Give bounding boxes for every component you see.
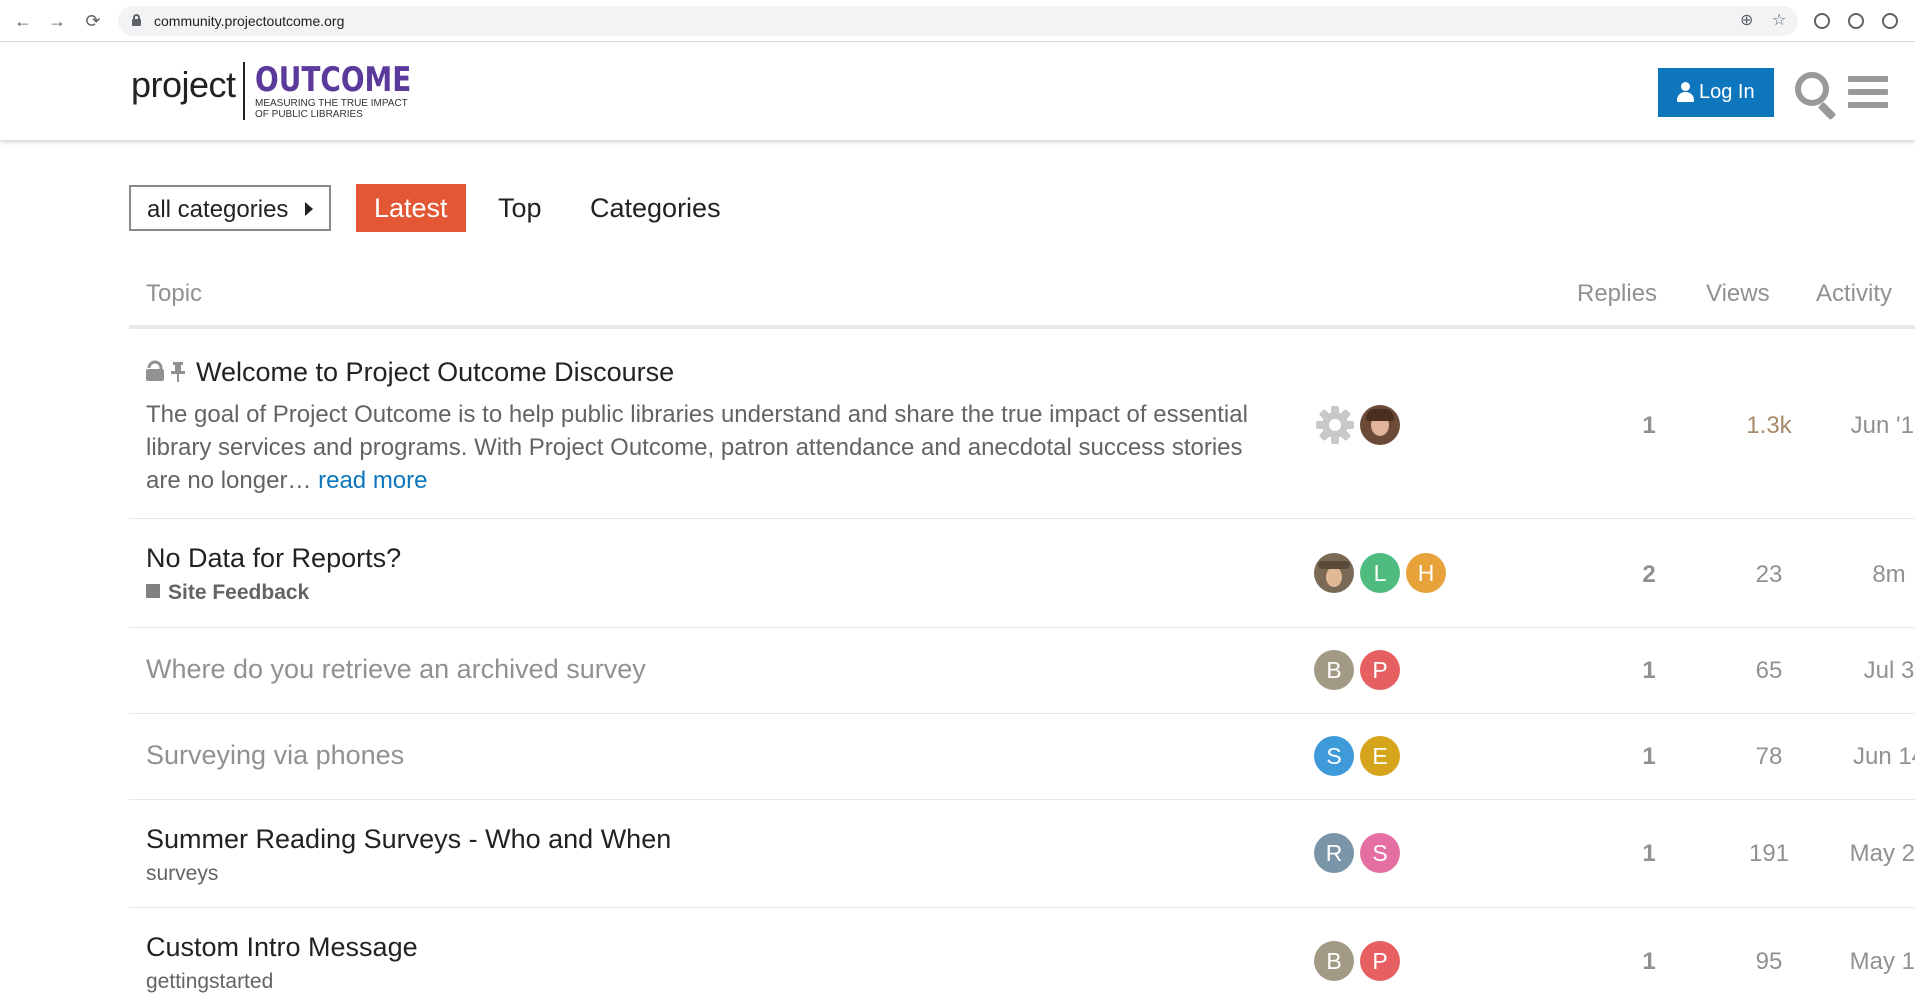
replies-count[interactable]: 1 — [1579, 743, 1719, 771]
logo-tagline: MEASURING THE TRUE IMPACT OF PUBLIC LIBR… — [255, 98, 408, 120]
topic-title[interactable]: Where do you retrieve an archived survey — [146, 654, 646, 685]
activity-date[interactable]: May 29 — [1809, 840, 1915, 868]
avatar[interactable]: B — [1314, 941, 1354, 981]
avatar[interactable]: S — [1360, 833, 1400, 873]
table-row: Welcome to Project Outcome Discourse The… — [129, 329, 1915, 519]
topic-status — [146, 358, 196, 384]
replies-count[interactable]: 2 — [1579, 561, 1719, 589]
topic-title[interactable]: No Data for Reports? — [146, 543, 401, 574]
poster-gear-icon[interactable] — [1314, 404, 1356, 451]
category-badge[interactable]: Site Feedback — [146, 581, 309, 605]
address-bar[interactable]: community.projectoutcome.org ⊕ ☆ — [118, 6, 1798, 36]
table-row: No Data for Reports? Site Feedback L H 2… — [129, 519, 1915, 628]
column-header-replies[interactable]: Replies — [1577, 280, 1657, 308]
avatar[interactable]: P — [1360, 650, 1400, 690]
login-label: Log In — [1699, 81, 1755, 103]
avatar[interactable]: L — [1360, 553, 1400, 593]
category-label: Site Feedback — [168, 581, 310, 604]
avatar[interactable]: E — [1360, 736, 1400, 776]
topic-tag[interactable]: gettingstarted — [146, 970, 273, 994]
topic-title[interactable]: Surveying via phones — [146, 740, 404, 771]
logo-divider — [243, 62, 245, 120]
reload-icon[interactable]: ⟳ — [82, 10, 104, 32]
caret-right-icon — [305, 202, 313, 216]
category-swatch — [146, 584, 160, 598]
category-dropdown-label: all categories — [147, 196, 289, 223]
back-icon[interactable]: ← — [12, 10, 34, 32]
avatar[interactable]: H — [1406, 553, 1446, 593]
avatar[interactable] — [1314, 553, 1354, 593]
logo-tagline-line: OF PUBLIC LIBRARIES — [255, 109, 363, 120]
extension-icon[interactable] — [1814, 13, 1830, 29]
tab-categories[interactable]: Categories — [572, 184, 739, 232]
replies-count[interactable]: 1 — [1579, 840, 1719, 868]
gear-icon — [1316, 406, 1354, 444]
site-header: project OUTCOME MEASURING THE TRUE IMPAC… — [0, 42, 1915, 140]
table-row: Where do you retrieve an archived survey… — [129, 628, 1915, 714]
column-header-views[interactable]: Views — [1706, 280, 1770, 308]
activity-date[interactable]: Jun 14 — [1809, 743, 1915, 771]
avatar[interactable]: P — [1360, 941, 1400, 981]
excerpt-text: The goal of Project Outcome is to help p… — [146, 401, 1248, 494]
table-row: Summer Reading Surveys - Who and When su… — [129, 800, 1915, 908]
avatar[interactable]: S — [1314, 736, 1354, 776]
zoom-icon[interactable]: ⊕ — [1740, 12, 1753, 30]
user-icon — [1676, 82, 1694, 102]
activity-date[interactable]: May 17 — [1809, 948, 1915, 976]
extension-icon[interactable] — [1882, 13, 1898, 29]
search-icon[interactable] — [1793, 70, 1839, 121]
browser-toolbar: ← → ⟳ community.projectoutcome.org ⊕ ☆ — [0, 0, 1915, 42]
avatar[interactable]: R — [1314, 833, 1354, 873]
topic-excerpt: The goal of Project Outcome is to help p… — [146, 398, 1276, 497]
lock-icon — [132, 14, 141, 26]
table-row: Surveying via phones S E 1 78 Jun 14 — [129, 714, 1915, 800]
star-icon[interactable]: ☆ — [1772, 12, 1786, 30]
avatar[interactable]: B — [1314, 650, 1354, 690]
category-dropdown[interactable]: all categories — [129, 185, 331, 231]
table-row: Custom Intro Message gettingstarted B P … — [129, 908, 1915, 994]
topic-tag[interactable]: surveys — [146, 862, 218, 886]
tab-latest[interactable]: Latest — [356, 184, 466, 232]
tab-top[interactable]: Top — [480, 184, 560, 232]
url-text[interactable]: community.projectoutcome.org — [154, 13, 344, 29]
topic-title[interactable]: Custom Intro Message — [146, 932, 418, 963]
lock-pin-icons — [146, 360, 185, 382]
activity-date[interactable]: 8m — [1809, 561, 1915, 589]
replies-count[interactable]: 1 — [1579, 412, 1719, 440]
replies-count[interactable]: 1 — [1579, 657, 1719, 685]
forward-icon[interactable]: → — [46, 10, 68, 32]
topic-title[interactable]: Welcome to Project Outcome Discourse — [196, 357, 674, 388]
avatar[interactable] — [1360, 405, 1400, 445]
activity-date[interactable]: Jul 3 — [1809, 657, 1915, 685]
read-more-link[interactable]: read more — [318, 467, 427, 494]
logo-word: project — [131, 64, 236, 105]
activity-date[interactable]: Jun '16 — [1809, 412, 1915, 440]
logo-tagline-line: MEASURING THE TRUE IMPACT — [255, 98, 408, 109]
hamburger-menu-icon[interactable] — [1848, 74, 1890, 112]
logo-brand: OUTCOME — [255, 60, 412, 100]
topic-title[interactable]: Summer Reading Surveys - Who and When — [146, 824, 671, 855]
login-button[interactable]: Log In — [1658, 68, 1774, 117]
topic-table-header: Topic Replies Views Activity — [129, 272, 1915, 329]
column-header-activity[interactable]: Activity — [1816, 280, 1892, 308]
replies-count[interactable]: 1 — [1579, 948, 1719, 976]
extension-icon[interactable] — [1848, 13, 1864, 29]
column-header-topic: Topic — [146, 280, 203, 307]
